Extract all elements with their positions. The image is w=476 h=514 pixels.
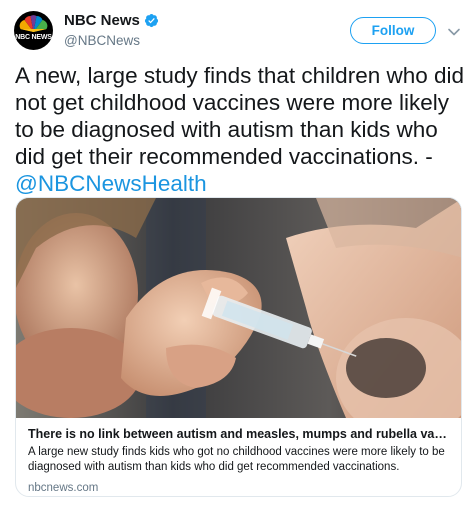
handle[interactable]: @NBCNews (64, 33, 140, 48)
follow-button[interactable]: Follow (350, 17, 436, 44)
verified-badge-icon (144, 13, 158, 28)
avatar[interactable]: NBC NEWS (14, 11, 53, 50)
link-card[interactable]: There is no link between autism and meas… (15, 197, 462, 497)
display-name[interactable]: NBC News (64, 12, 140, 29)
tweet: NBC NEWS NBC News @NBCNews Follow A new,… (0, 0, 476, 514)
avatar-label: NBC NEWS (15, 34, 52, 41)
card-domain: nbcnews.com (28, 482, 99, 494)
nbc-peacock-logo (19, 15, 48, 32)
tweet-text: A new, large study finds that children w… (15, 62, 465, 197)
card-image (16, 198, 461, 418)
chevron-down-icon[interactable] (446, 24, 462, 40)
tweet-body: A new, large study finds that children w… (15, 63, 465, 169)
card-title: There is no link between autism and meas… (28, 427, 453, 441)
card-description: A large new study finds kids who got no … (28, 446, 445, 473)
mention-link[interactable]: @NBCNewsHealth (15, 171, 207, 196)
author-name-row: NBC News (64, 12, 159, 29)
card-body: There is no link between autism and meas… (28, 426, 453, 494)
